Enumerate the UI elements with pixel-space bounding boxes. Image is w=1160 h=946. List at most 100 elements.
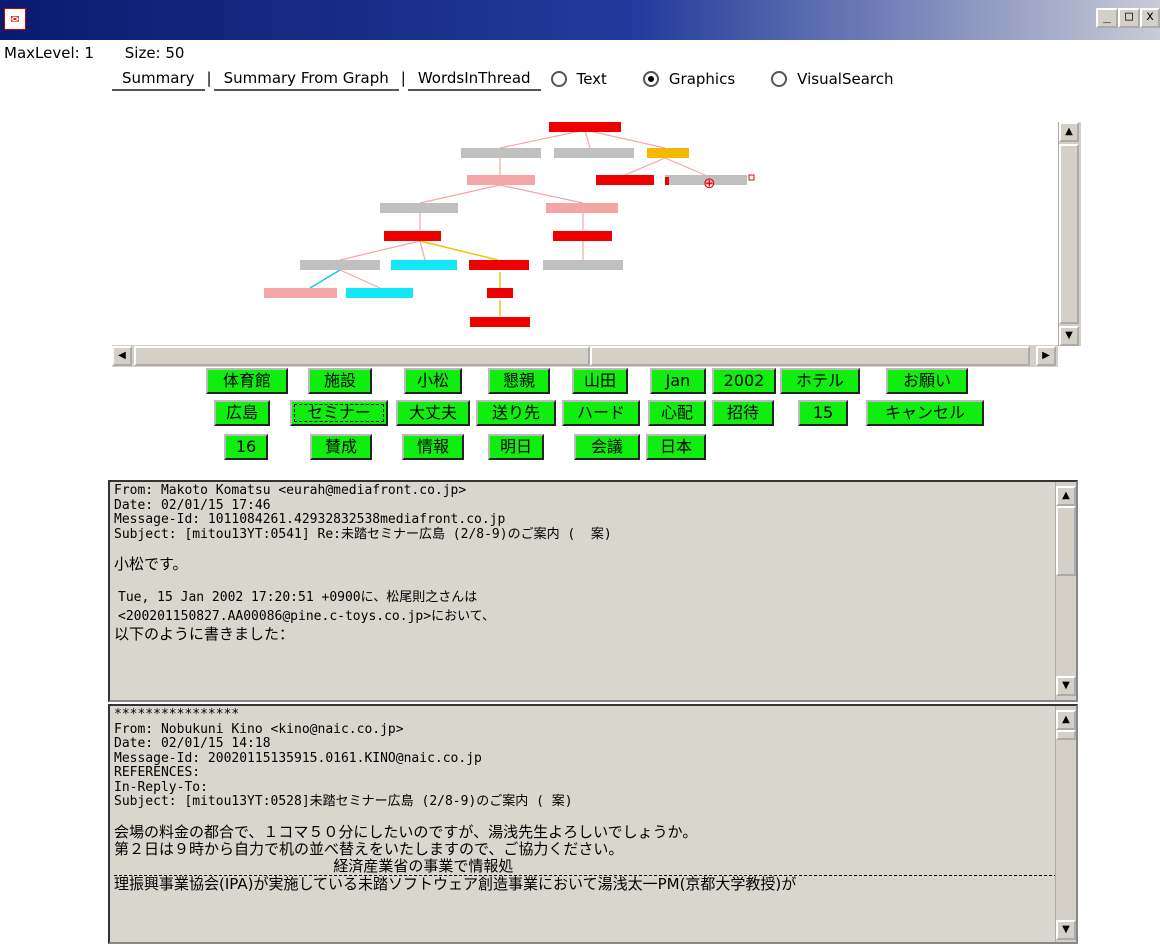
keyword-button[interactable]: 心配 — [648, 400, 706, 426]
thread-graph[interactable]: ⊕ — [110, 114, 1060, 342]
max-level-label: MaxLevel: 1 — [4, 44, 94, 62]
thread-edge — [339, 269, 381, 289]
message-panel[interactable]: **************** From: Nobukuni Kino <ki… — [108, 704, 1078, 944]
message-scrollbar[interactable]: ▲ ▼ — [1055, 706, 1076, 942]
keyword-button[interactable]: 15 — [798, 400, 848, 426]
keyword-button[interactable]: 日本 — [646, 434, 706, 460]
from-line: From: Nobukuni Kino <kino@naic.co.jp> — [114, 721, 404, 737]
scroll-thumb[interactable] — [1059, 144, 1079, 324]
thread-node — [543, 260, 623, 270]
scroll-track[interactable] — [590, 346, 1030, 366]
radio-graphics-indicator[interactable] — [642, 71, 659, 87]
body-line — [114, 812, 1072, 824]
thread-node — [264, 288, 337, 298]
from-line: From: Makoto Komatsu <eurah@mediafront.c… — [114, 483, 467, 498]
tab-summary-from-graph[interactable]: Summary From Graph — [213, 67, 399, 91]
keyword-button[interactable]: 招待 — [712, 400, 774, 426]
radio-visual-search[interactable]: VisualSearch — [771, 67, 894, 91]
body-line: 小松です。 — [114, 555, 188, 573]
radio-text[interactable]: Text — [550, 67, 607, 91]
minimize-button[interactable]: _ — [1096, 8, 1118, 28]
keyword-button[interactable]: キャンセル — [866, 400, 984, 426]
maximize-button[interactable]: □ — [1118, 8, 1140, 28]
keyword-button[interactable]: 山田 — [572, 368, 628, 394]
date-line: Date: 02/01/15 14:18 — [114, 736, 271, 751]
body-line — [114, 544, 1072, 556]
scroll-up-button[interactable]: ▲ — [1056, 710, 1076, 730]
keyword-button[interactable]: 16 — [224, 434, 268, 460]
scroll-thumb[interactable] — [1056, 730, 1076, 740]
keyword-button[interactable]: 施設 — [308, 368, 372, 394]
thread-edge — [419, 240, 426, 261]
message-id-line: Message-Id: 1011084261.42932832538mediaf… — [114, 512, 506, 527]
message-body: 小松です。 Tue, 15 Jan 2002 17:20:51 +0900に、松… — [110, 544, 1076, 643]
thread-node — [346, 288, 413, 298]
body-line: 以下のように書きました： — [114, 625, 295, 643]
thread-node-marker — [665, 177, 669, 185]
app-icon: ✉ — [4, 8, 26, 30]
radio-text-indicator[interactable] — [550, 71, 567, 87]
scroll-down-button[interactable]: ▼ — [1059, 326, 1079, 346]
thread-node — [461, 148, 541, 158]
keyword-button-selected[interactable]: セミナー — [290, 400, 388, 426]
keyword-button[interactable]: 大丈夫 — [396, 400, 470, 426]
keyword-button[interactable]: 小松 — [404, 368, 462, 394]
keyword-button[interactable]: 賛成 — [310, 434, 372, 460]
graph-horizontal-scrollbar[interactable]: ◀ ▶ — [112, 345, 1058, 367]
in-reply-to-line: In-Reply-To: — [114, 779, 208, 795]
keyword-button[interactable]: ホテル — [780, 368, 860, 394]
keyword-button[interactable]: 2002 — [712, 368, 776, 394]
scroll-down-button[interactable]: ▼ — [1056, 676, 1076, 696]
tab-summary[interactable]: Summary — [112, 67, 205, 91]
thread-node — [647, 148, 689, 158]
scroll-down-button[interactable]: ▼ — [1056, 920, 1076, 940]
keyword-button[interactable]: 体育館 — [206, 368, 288, 394]
keyword-button[interactable]: 情報 — [402, 434, 464, 460]
radio-visual-search-indicator[interactable] — [771, 71, 788, 87]
thread-node — [487, 288, 513, 298]
thread-edge-highlight — [309, 269, 341, 289]
thread-edge — [584, 129, 666, 149]
scroll-up-button[interactable]: ▲ — [1059, 122, 1079, 142]
scroll-up-button[interactable]: ▲ — [1056, 486, 1076, 506]
cursor-icon: ⊕ — [703, 174, 716, 192]
keyword-button[interactable]: 会議 — [574, 434, 640, 460]
message-headers: **************** From: Nobukuni Kino <ki… — [110, 706, 1076, 812]
scroll-thumb[interactable] — [134, 346, 590, 366]
keyword-button[interactable]: 明日 — [488, 434, 544, 460]
message-body: 会場の料金の都合で、１コマ５０分にしたいのですが、湯浅先生よろしいでしょうか。 … — [110, 812, 1076, 893]
graph-vertical-scrollbar[interactable]: ▲ ▼ — [1058, 122, 1081, 346]
keyword-button[interactable]: お願い — [886, 368, 968, 394]
view-tabs: Summary | Summary From Graph | WordsInTh… — [112, 67, 894, 91]
radio-visual-search-label: VisualSearch — [797, 70, 894, 88]
thread-node — [549, 122, 621, 132]
scroll-left-button[interactable]: ◀ — [112, 346, 132, 366]
keyword-button[interactable]: 懇親 — [488, 368, 550, 394]
thread-node — [300, 260, 380, 270]
message-scrollbar[interactable]: ▲ ▼ — [1055, 482, 1076, 700]
thread-edge — [419, 184, 501, 204]
close-button[interactable]: x — [1140, 8, 1160, 28]
thread-node — [391, 260, 457, 270]
thread-node — [467, 175, 535, 185]
thread-node — [596, 175, 654, 185]
body-line: 会場の料金の都合で、１コマ５０分にしたいのですが、湯浅先生よろしいでしょうか。 — [114, 822, 698, 841]
radio-graphics[interactable]: Graphics — [642, 67, 736, 91]
body-line: <200201150827.AA00086@pine.c-toys.co.jp>… — [118, 608, 496, 624]
message-id-line: Message-Id: 20020115135915.0161.KINO@nai… — [114, 750, 482, 766]
radio-graphics-label: Graphics — [668, 70, 736, 88]
subject-line: Subject: [mitou13YT:0528]未踏セミナー広島 (2/8-9… — [114, 794, 573, 809]
thread-edge — [584, 129, 591, 149]
keyword-button[interactable]: Jan — [650, 368, 706, 394]
scroll-right-button[interactable]: ▶ — [1036, 346, 1056, 366]
thread-node-marker — [748, 174, 755, 181]
keyword-button[interactable]: 広島 — [214, 400, 270, 426]
body-line: 理振興事業協会(IPA)が実施している未踏ソフトウェア創造事業において湯浅太一P… — [114, 874, 797, 893]
thread-edge — [624, 157, 666, 176]
keyword-button[interactable]: ハード — [562, 400, 640, 426]
message-panel[interactable]: From: Makoto Komatsu <eurah@mediafront.c… — [108, 480, 1078, 702]
keyword-button[interactable]: 送り先 — [476, 400, 556, 426]
scroll-thumb[interactable] — [1056, 506, 1076, 576]
thread-edge — [499, 184, 584, 204]
tab-words-in-thread[interactable]: WordsInThread — [407, 67, 541, 91]
